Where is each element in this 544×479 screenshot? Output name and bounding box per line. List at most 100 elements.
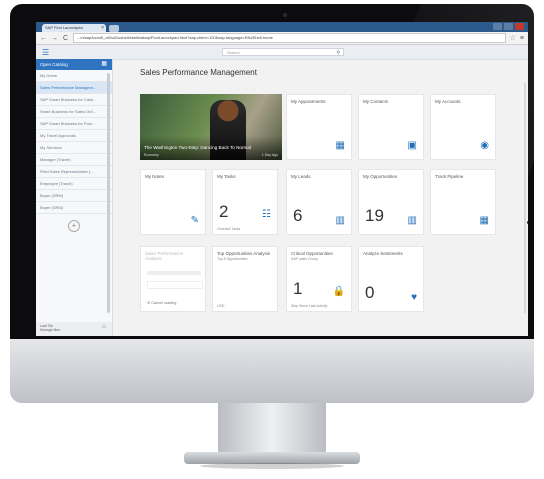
cancel-icon: ⊘ — [147, 301, 151, 305]
heart-icon: ♥ — [411, 292, 417, 303]
opportunities-chart-icon: ▥ — [407, 215, 417, 226]
news-headline: The Washington Two-Step: Dancing Back To… — [144, 145, 251, 150]
tile-my-appointments[interactable]: My Appointments ▦ — [286, 94, 352, 160]
sidebar-item[interactable]: SAP Smart Business for Purc... — [36, 118, 112, 130]
address-bar-row: ← → C ...m/sap/bc/ui5_ui5/ui2/ushell/she… — [36, 32, 528, 45]
monitor-bezel: SAP Fiori Launchpad × ← → C ...m/sap/bc/… — [10, 4, 534, 374]
search-icon[interactable]: ⚲ — [336, 49, 340, 57]
main-scrollbar[interactable] — [524, 83, 526, 313]
tile-my-contacts[interactable]: My Contacts ▣ — [358, 94, 424, 160]
news-time: 1 Day Ago — [261, 153, 278, 157]
search-placeholder: Search — [227, 50, 240, 55]
tile-my-accounts[interactable]: My Accounts ◉ — [430, 94, 496, 160]
reload-icon[interactable]: C — [62, 35, 69, 42]
close-window-button[interactable] — [515, 23, 524, 30]
tile-footer: Stop Since Last Activity — [291, 304, 328, 308]
forward-arrow-icon[interactable]: → — [51, 35, 58, 42]
sidebar-item[interactable]: Manager (Travel) — [36, 154, 112, 166]
open-catalog-label: Open Catalog — [40, 62, 68, 67]
tile-title: My Contacts — [363, 99, 389, 104]
scroll-right-arrow-icon[interactable]: ▸ — [527, 219, 528, 226]
tile-title: My Appointments — [291, 99, 326, 104]
back-arrow-icon[interactable]: ← — [40, 35, 47, 42]
tile-my-leads[interactable]: My Leads 6 ▥ — [286, 169, 352, 235]
leads-chart-icon: ▥ — [335, 215, 345, 226]
cancel-label: Cancel loading — [151, 301, 177, 305]
tile-title: My Tasks — [217, 174, 236, 179]
tile-title: Top Opportunities Analysis — [217, 251, 271, 256]
account-icon: ◉ — [480, 140, 489, 151]
new-tab-button[interactable] — [109, 25, 119, 32]
bookmark-star-icon[interactable]: ☆ — [510, 34, 516, 42]
tile-number: 19 — [365, 206, 384, 225]
lock-icon: 🔒 — [332, 286, 345, 297]
tile-number: 1 — [293, 279, 303, 298]
monitor-chin — [10, 339, 534, 403]
tab-close-icon[interactable]: × — [101, 24, 104, 32]
tile-top-opportunities-analysis[interactable]: Top Opportunities Analysis Top 5 Opportu… — [212, 246, 278, 312]
loading-placeholder — [147, 281, 203, 289]
add-group-icon[interactable]: + — [68, 220, 80, 232]
sidebar-scrollbar[interactable] — [107, 73, 110, 313]
home-icon[interactable]: ⌂ — [102, 323, 106, 330]
cancel-loading-button[interactable]: ⊘ Cancel loading — [147, 300, 176, 305]
tile-number: 2 — [219, 202, 229, 221]
news-tile[interactable]: The Washington Two-Step: Dancing Back To… — [140, 94, 282, 160]
tile-title: My Opportunities — [363, 174, 398, 179]
sidebar-item[interactable]: Field Sales Representative (... — [36, 166, 112, 178]
tab-title: SAP Fiori Launchpad — [45, 25, 83, 30]
launchpad-shell-bar: ☰ Search ⚲ — [36, 45, 528, 60]
browser-titlebar: SAP Fiori Launchpad × — [36, 22, 528, 32]
tile-title: Track Pipeline — [435, 174, 464, 179]
tile-title: My Accounts — [435, 99, 461, 104]
sidebar-item[interactable]: My Travel Approvals — [36, 130, 112, 142]
open-catalog-button[interactable]: Open Catalog ▦ — [36, 59, 112, 70]
browser-tab[interactable]: SAP Fiori Launchpad × — [42, 24, 106, 32]
sidebar-item[interactable]: SAP Smart Business for Cash... — [36, 94, 112, 106]
pipeline-icon: ▦ — [479, 215, 489, 226]
tile-title: My Notes — [145, 174, 165, 179]
sidebar-item[interactable]: Smart Business for Sales Ord... — [36, 106, 112, 118]
sidebar-footer: Last Tile Manage tiles ⌂ — [36, 322, 112, 336]
loading-placeholder — [147, 271, 201, 275]
window-controls — [493, 23, 524, 30]
minimize-button[interactable] — [493, 23, 502, 30]
sidebar-item[interactable]: My Home — [36, 70, 112, 82]
tile-number: 0 — [365, 283, 375, 302]
grid-icon: ▦ — [101, 61, 107, 67]
note-icon: ✎ — [190, 215, 199, 226]
tile-title: Sales Performance Analysis — [145, 251, 184, 261]
tile-my-notes[interactable]: My Notes ✎ — [140, 169, 206, 235]
browser-menu-icon[interactable]: ≡ — [520, 35, 524, 42]
sidebar-item[interactable]: My Services — [36, 142, 112, 154]
sidebar-item-active[interactable]: Sales Performance Managem... — [36, 82, 112, 94]
tile-footer: USD — [217, 304, 225, 308]
stand-shadow — [200, 463, 344, 469]
news-source: Economy — [144, 153, 159, 157]
tile-my-opportunities[interactable]: My Opportunities 19 ▥ — [358, 169, 424, 235]
screen: SAP Fiori Launchpad × ← → C ...m/sap/bc/… — [36, 22, 528, 336]
tile-title: Critical Opportunities — [291, 251, 333, 256]
hamburger-menu-icon[interactable]: ☰ — [42, 48, 49, 57]
tile-number: 6 — [293, 206, 303, 225]
tile-track-pipeline[interactable]: Track Pipeline ▦ — [430, 169, 496, 235]
sidebar-footer-sub: Manage tiles — [40, 328, 60, 332]
tile-subtitle: Top 5 Opportunities — [217, 257, 248, 261]
sidebar-item[interactable]: Buyer (SRM) — [36, 190, 112, 202]
main-content: Sales Performance Management The Washing… — [112, 59, 528, 336]
tile-analyze-sentiments[interactable]: Analyze Sentiments 0 ♥ — [358, 246, 424, 312]
tile-subtitle: SAP sales Group — [291, 257, 318, 261]
tile-footer: Overdue Tasks — [217, 227, 241, 231]
monitor-stand-neck — [218, 403, 326, 455]
sidebar: Open Catalog ▦ My Home Sales Performance… — [36, 59, 113, 336]
webcam — [283, 13, 287, 17]
sidebar-item[interactable]: Buyer (SRM) — [36, 202, 112, 214]
contact-card-icon: ▣ — [407, 140, 417, 151]
url-field[interactable]: ...m/sap/bc/ui5_ui5/ui2/ushell/shells/ab… — [73, 33, 506, 43]
tile-sales-performance-analysis[interactable]: Sales Performance Analysis ⊘ Cancel load… — [140, 246, 206, 312]
tile-critical-opportunities[interactable]: Critical Opportunities SAP sales Group 1… — [286, 246, 352, 312]
sidebar-item[interactable]: Employee (Travel) — [36, 178, 112, 190]
maximize-button[interactable] — [504, 23, 513, 30]
tile-my-tasks[interactable]: My Tasks 2 ☷ Overdue Tasks — [212, 169, 278, 235]
search-input[interactable]: Search ⚲ — [222, 48, 344, 56]
